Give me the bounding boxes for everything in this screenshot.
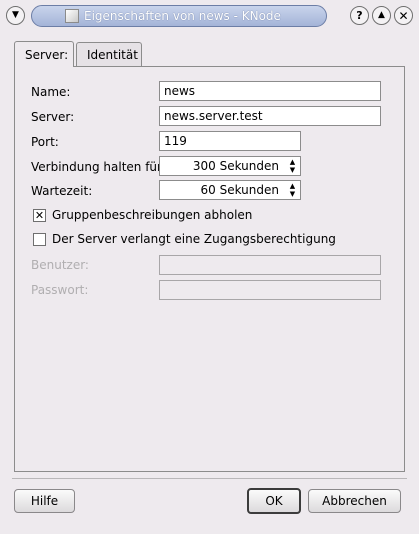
spin-up-icon[interactable]: ▲: [290, 158, 295, 166]
fetch-descriptions-label[interactable]: Gruppenbeschreibungen abholen: [52, 208, 252, 222]
question-mark-icon: ?: [356, 9, 363, 22]
checkmark-icon: ✕: [34, 209, 45, 222]
keepalive-value: 300 Sekunden: [192, 159, 279, 173]
fetch-descriptions-checkbox[interactable]: ✕: [33, 209, 46, 222]
tab-identitaet[interactable]: Identität: [76, 42, 142, 66]
window-menu-button[interactable]: ▼: [6, 6, 25, 25]
name-label: Name:: [31, 85, 71, 99]
cancel-button-label: Abbrechen: [322, 494, 387, 508]
close-button[interactable]: ✕: [394, 6, 413, 25]
bottom-strip: [0, 514, 419, 534]
keepalive-spin-arrows[interactable]: ▲ ▼: [285, 157, 300, 175]
close-icon: ✕: [398, 8, 409, 23]
tab-identitaet-label: Identität: [87, 47, 138, 62]
ok-button[interactable]: OK: [247, 488, 301, 514]
ok-button-label: OK: [265, 494, 283, 508]
timeout-value: 60 Sekunden: [200, 183, 279, 197]
user-label: Benutzer:: [31, 258, 89, 272]
cancel-button[interactable]: Abbrechen: [308, 489, 401, 513]
timeout-spin-arrows[interactable]: ▲ ▼: [285, 181, 300, 199]
spin-down-icon[interactable]: ▼: [290, 166, 295, 174]
timeout-spinbox[interactable]: 60 Sekunden ▲ ▼: [159, 180, 301, 200]
help-button[interactable]: ?: [350, 6, 369, 25]
password-field: [159, 280, 381, 300]
requires-auth-checkbox[interactable]: [33, 233, 46, 246]
spin-up-icon[interactable]: ▲: [290, 182, 295, 190]
requires-auth-label[interactable]: Der Server verlangt eine Zugangsberechti…: [52, 232, 336, 246]
password-label: Passwort:: [31, 283, 89, 297]
help-dialog-button[interactable]: Hilfe: [14, 489, 75, 513]
spin-down-icon[interactable]: ▼: [290, 190, 295, 198]
user-field: [159, 255, 381, 275]
maximize-icon: ▲: [378, 10, 385, 20]
port-field[interactable]: 119: [159, 131, 301, 151]
tab-server-label: Server:: [25, 47, 69, 62]
port-label: Port:: [31, 135, 59, 149]
server-field[interactable]: news.server.test: [159, 106, 381, 126]
help-dialog-button-label: Hilfe: [30, 494, 59, 508]
title-pill[interactable]: Eigenschaften von news - KNode: [31, 5, 327, 27]
keepalive-label: Verbindung halten für:: [31, 160, 166, 174]
name-field[interactable]: news: [159, 81, 381, 101]
timeout-label: Wartezeit:: [31, 184, 93, 198]
server-label: Server:: [31, 110, 75, 124]
maximize-button[interactable]: ▲: [372, 6, 391, 25]
title-bar: ▼ Eigenschaften von news - KNode ? ▲ ✕: [0, 0, 419, 32]
chevron-down-icon: ▼: [12, 10, 19, 20]
button-separator: [12, 478, 407, 479]
app-icon: [65, 9, 79, 23]
tab-server[interactable]: Server:: [14, 41, 74, 67]
keepalive-spinbox[interactable]: 300 Sekunden ▲ ▼: [159, 156, 301, 176]
window-title: Eigenschaften von news - KNode: [84, 9, 281, 23]
